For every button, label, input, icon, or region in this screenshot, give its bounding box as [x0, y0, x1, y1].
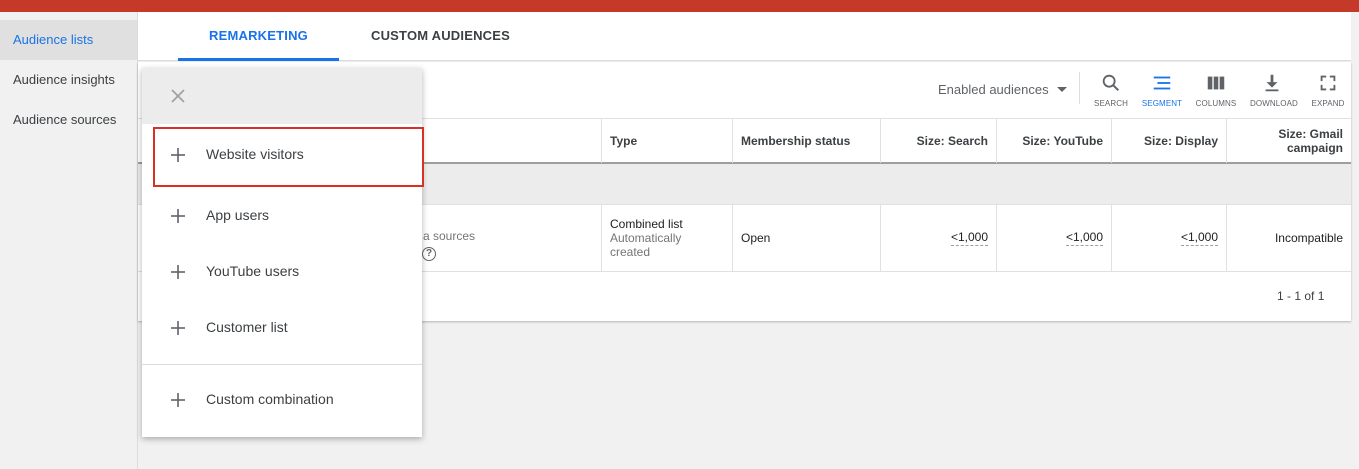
help-icon[interactable]: ? [422, 247, 436, 261]
menu-item-website-visitors[interactable]: Website visitors [153, 127, 424, 187]
menu-item-custom-combination[interactable]: Custom combination [142, 372, 422, 428]
size-search-value[interactable]: <1,000 [950, 230, 988, 246]
caret-down-icon [1056, 87, 1067, 92]
pagination-text: 1 - 1 of 1 [1277, 289, 1325, 303]
download-tool-label: DOWNLOAD [1250, 99, 1298, 108]
nav-item-audience-insights[interactable]: Audience insights [0, 60, 137, 100]
plus-icon [171, 321, 185, 335]
segment-tool-button[interactable]: SEGMENT [1140, 70, 1184, 110]
menu-item-label: App users [206, 207, 270, 223]
tab-custom-audiences[interactable]: CUSTOM AUDIENCES [371, 12, 531, 61]
column-header-membership-status[interactable]: Membership status [732, 119, 880, 163]
search-icon [1102, 74, 1120, 92]
column-header-size-youtube[interactable]: Size: YouTube [996, 119, 1111, 163]
size-gmail-cell: Incompatible [1226, 205, 1351, 271]
columns-tool-label: COLUMNS [1195, 99, 1237, 108]
columns-tool-button[interactable]: COLUMNS [1194, 70, 1238, 110]
column-header-type[interactable]: Type [601, 119, 732, 163]
size-youtube-value[interactable]: <1,000 [1065, 230, 1103, 246]
tab-remarketing[interactable]: REMARKETING [178, 12, 339, 61]
nav-item-audience-lists[interactable]: Audience lists [0, 20, 137, 60]
menu-header [142, 68, 422, 124]
expand-tool-button[interactable]: EXPAND [1306, 70, 1350, 110]
menu-item-label: Website visitors [206, 146, 304, 162]
column-header-size-search[interactable]: Size: Search [880, 119, 996, 163]
type-sub-text: Automatically created [610, 231, 682, 259]
left-nav: Audience lists Audience insights Audienc… [0, 12, 138, 469]
type-main-text: Combined list [610, 217, 683, 231]
size-search-cell: <1,000 [880, 205, 996, 271]
menu-item-youtube-users[interactable]: YouTube users [142, 244, 422, 300]
fullscreen-icon [1320, 75, 1336, 91]
download-icon [1265, 74, 1279, 92]
column-header-size-gmail[interactable]: Size: Gmail campaign [1226, 119, 1351, 163]
segment-icon [1153, 76, 1171, 90]
enabled-audiences-filter[interactable]: Enabled audiences [938, 82, 1067, 97]
tab-bar: REMARKETING CUSTOM AUDIENCES [138, 12, 1351, 61]
add-audience-menu: Website visitors App users YouTube users… [142, 68, 424, 437]
toolbar-divider [1079, 72, 1080, 104]
search-tool-button[interactable]: SEARCH [1089, 70, 1133, 110]
menu-item-label: Customer list [206, 319, 288, 335]
search-tool-label: SEARCH [1094, 99, 1128, 108]
expand-tool-label: EXPAND [1311, 99, 1345, 108]
membership-status-text: Open [741, 231, 771, 245]
plus-icon [171, 393, 185, 407]
filter-label: Enabled audiences [938, 82, 1049, 97]
menu-item-label: YouTube users [206, 263, 300, 279]
data-sources-text: a sources [423, 229, 476, 243]
close-icon[interactable] [170, 88, 186, 104]
segment-tool-label: SEGMENT [1141, 99, 1183, 108]
plus-icon [171, 148, 185, 162]
menu-item-label: Custom combination [206, 391, 334, 407]
size-youtube-cell: <1,000 [996, 205, 1111, 271]
download-tool-button[interactable]: DOWNLOAD [1250, 70, 1298, 110]
membership-status-cell: Open [732, 205, 880, 271]
menu-item-app-users[interactable]: App users [142, 188, 422, 244]
menu-item-customer-list[interactable]: Customer list [142, 300, 422, 356]
menu-divider [142, 364, 422, 365]
size-display-cell: <1,000 [1111, 205, 1226, 271]
columns-icon [1207, 76, 1225, 90]
size-display-value[interactable]: <1,000 [1180, 230, 1218, 246]
size-gmail-value: Incompatible [1274, 231, 1343, 245]
column-header-size-display[interactable]: Size: Display [1111, 119, 1226, 163]
plus-icon [171, 265, 185, 279]
type-cell: Combined list Automatically created [601, 205, 732, 271]
top-bar [0, 0, 1359, 12]
plus-icon [171, 209, 185, 223]
nav-item-audience-sources[interactable]: Audience sources [0, 100, 137, 140]
